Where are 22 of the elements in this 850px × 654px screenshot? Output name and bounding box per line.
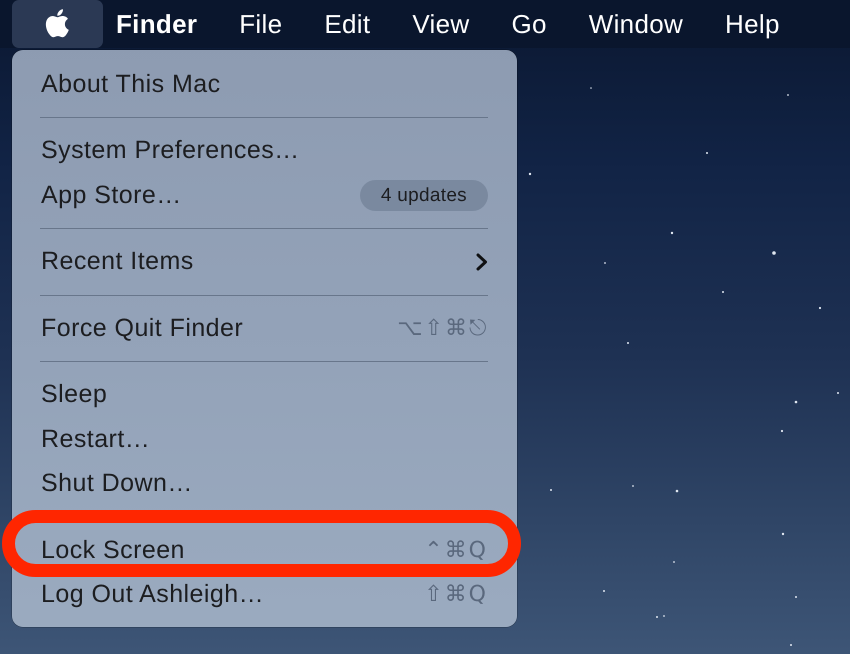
menu-title[interactable]: Go	[490, 0, 568, 48]
menu-item[interactable]: Sleep	[12, 372, 517, 417]
apple-menu-button[interactable]	[12, 0, 103, 48]
menu-item[interactable]: Force Quit Finder ⌥⇧⌘⎋	[12, 306, 517, 350]
menu-title[interactable]: File	[218, 0, 304, 48]
menu-item[interactable]: Shut Down…	[12, 462, 517, 506]
menu-title[interactable]: Window	[568, 0, 704, 48]
menu-item[interactable]: Recent Items	[12, 240, 517, 284]
keyboard-shortcut: ⌥⇧⌘⎋	[397, 316, 488, 341]
apple-icon	[45, 9, 70, 39]
app-menu-title[interactable]: Finder	[95, 0, 218, 48]
menu-title[interactable]: Help	[704, 0, 801, 48]
menu-title[interactable]: Edit	[303, 0, 392, 48]
menu-item[interactable]: Log Out Ashleigh… ⇧⌘Q	[12, 572, 517, 617]
menu-item[interactable]: App Store… 4 updates	[12, 173, 517, 218]
keyboard-shortcut: ⇧⌘Q	[424, 582, 488, 608]
menu-title[interactable]: View	[391, 0, 490, 48]
menu-item[interactable]: System Preferences…	[12, 128, 517, 173]
updates-badge: 4 updates	[360, 180, 488, 211]
menu-item[interactable]: About This Mac	[12, 62, 517, 106]
menu-item[interactable]: Restart…	[12, 417, 517, 462]
keyboard-shortcut: ⌃⌘Q	[424, 538, 488, 563]
